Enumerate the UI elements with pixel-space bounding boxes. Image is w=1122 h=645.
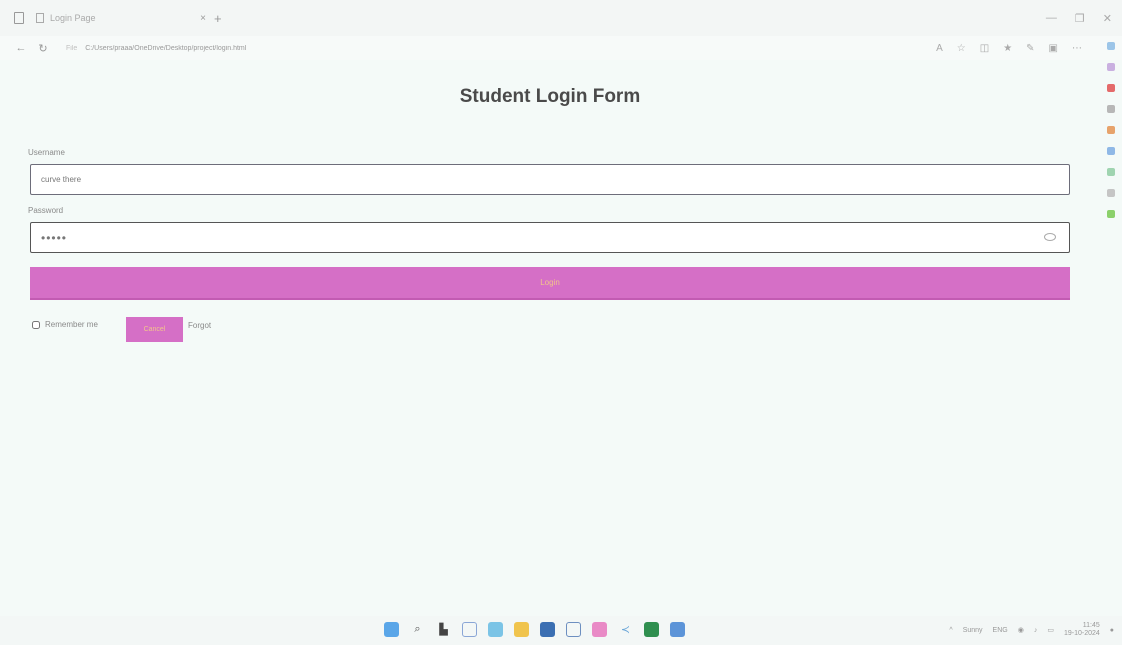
edge-sidebar [1100,36,1122,616]
refresh-icon[interactable]: ↻ [32,42,54,55]
battery-icon[interactable]: ▭ [1047,626,1054,634]
shopping-icon[interactable] [1107,84,1115,92]
remember-me-label: Remember me [45,320,98,329]
file-icon [36,13,44,23]
favorite-icon[interactable]: ☆ [957,43,966,54]
close-window-icon[interactable]: ✕ [1103,12,1112,25]
tools-icon[interactable] [1107,105,1115,113]
window-controls: — ❐ ✕ [1046,12,1122,25]
login-button[interactable]: Login [30,267,1070,300]
add-icon[interactable] [1107,210,1115,218]
password-input[interactable] [30,222,1070,253]
mail-icon[interactable] [670,622,685,637]
clock-date: 19-10-2024 [1063,630,1100,637]
new-tab-icon[interactable]: + [214,11,222,26]
tab-login-page[interactable]: Login Page × [36,6,206,30]
forgot-password-link[interactable]: Forgot [188,321,211,330]
collections-icon[interactable]: ▣ [1049,43,1058,54]
widgets-icon[interactable]: ▙ [436,622,451,637]
remember-me: Remember me [32,320,98,329]
wifi-icon[interactable]: ◉ [1018,626,1024,634]
url-text: C:/Users/praaa/OneDrive/Desktop/project/… [85,44,247,52]
workspaces-icon[interactable] [14,12,24,24]
minimize-icon[interactable]: — [1046,12,1057,25]
clock[interactable]: 11:45 19-10-2024 [1064,622,1100,638]
system-tray: ^ Sunny ENG ◉ ♪ ▭ 11:45 19-10-2024 ● [949,622,1114,638]
username-input[interactable] [30,164,1070,195]
clock-time: 11:45 [1082,622,1100,629]
notification-icon[interactable]: ● [1110,627,1114,634]
windows-icon[interactable] [384,622,399,637]
split-screen-icon[interactable]: ◫ [980,43,989,54]
copilot-icon[interactable] [1107,63,1115,71]
taskbar-apps: ⌕ ▙ ≺ [384,622,685,637]
cancel-button[interactable]: Cancel [126,317,183,342]
share-icon[interactable]: ≺ [618,622,633,637]
password-field [30,222,1070,254]
office-icon[interactable] [1107,126,1115,134]
title-bar: Login Page × + — ❐ ✕ [0,0,1122,36]
url-field[interactable]: File C:/Users/praaa/OneDrive/Desktop/pro… [66,45,936,52]
taskbar: ⌕ ▙ ≺ ^ Sunny ENG ◉ ♪ ▭ 11:45 19-10-2024… [0,616,1122,645]
extensions-icon[interactable]: ✎ [1026,43,1034,54]
close-tab-icon[interactable]: × [200,13,206,24]
tab-title: Login Page [50,13,96,23]
store-icon[interactable] [540,622,555,637]
excel-icon[interactable] [644,622,659,637]
username-label: Username [28,148,65,157]
edge-icon[interactable] [488,622,503,637]
language-indicator[interactable]: ENG [993,627,1008,634]
page-title: Student Login Form [459,86,641,107]
eye-icon[interactable] [1044,233,1056,241]
search-icon[interactable]: ⌕ [410,622,425,637]
read-aloud-icon[interactable]: A [936,43,943,54]
drop-icon[interactable] [1107,189,1115,197]
folder-icon[interactable] [514,622,529,637]
photos-icon[interactable] [566,622,581,637]
chevron-up-icon[interactable]: ^ [949,627,952,634]
games-icon[interactable] [1107,168,1115,176]
favorites-icon[interactable]: ★ [1003,43,1012,54]
url-scheme: File [66,44,78,52]
search-icon[interactable] [1107,42,1115,50]
password-label: Password [28,206,64,215]
outlook-icon[interactable] [1107,147,1115,155]
back-icon[interactable]: ← [10,42,32,54]
more-icon[interactable]: ⋯ [1072,43,1082,54]
maximize-icon[interactable]: ❐ [1075,12,1085,25]
remember-me-checkbox[interactable] [32,320,40,329]
weather-text: Sunny [962,626,983,634]
address-bar: ← ↻ File C:/Users/praaa/OneDrive/Desktop… [0,36,1122,60]
address-bar-icons: A ☆ ◫ ★ ✎ ▣ ⋯ [936,43,1122,54]
volume-icon[interactable]: ♪ [1034,627,1038,634]
page-content: Student Login Form Username Password Log… [0,60,1100,616]
browser-window: Login Page × + — ❐ ✕ ← ↻ File C:/Users/p… [0,0,1122,645]
chat-icon[interactable] [462,622,477,637]
paint-icon[interactable] [592,622,607,637]
